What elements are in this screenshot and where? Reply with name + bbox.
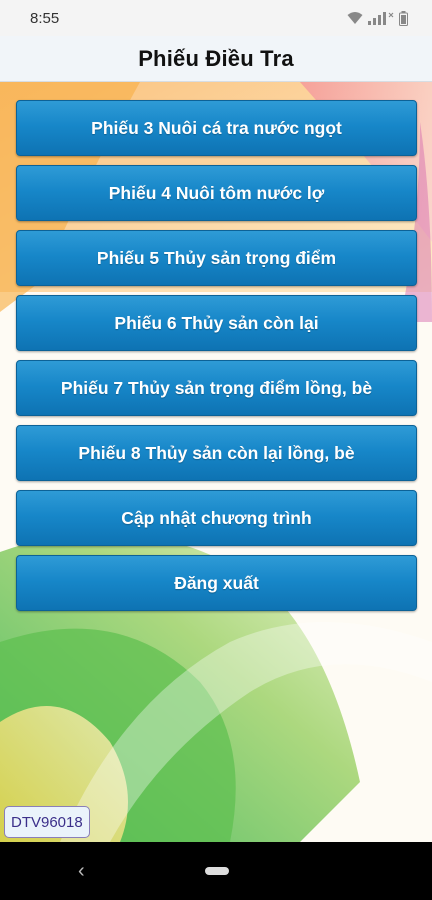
status-time: 8:55 — [30, 9, 60, 27]
phieu-8-label: Phiếu 8 Thủy sản còn lại lồng, bè — [78, 442, 355, 463]
signal-icon — [368, 12, 394, 25]
version-badge: DTV96018 — [4, 806, 90, 838]
battery-icon — [399, 10, 408, 26]
phieu-5-label: Phiếu 5 Thủy sản trọng điểm — [96, 247, 337, 268]
menu-list: Phiếu 3 Nuôi cá tra nước ngọt Phiếu 4 Nu… — [16, 100, 417, 620]
phieu-7-label: Phiếu 7 Thủy sản trọng điểm lồng, bè — [60, 377, 373, 398]
back-icon[interactable]: ‹ — [78, 860, 85, 883]
title-bar: Phiếu Điều Tra — [0, 36, 432, 82]
system-nav-bar: ‹ — [0, 842, 432, 900]
phieu-4-button[interactable]: Phiếu 4 Nuôi tôm nước lợ — [16, 165, 417, 221]
status-bar: 8:55 — [0, 0, 432, 36]
phieu-3-button[interactable]: Phiếu 3 Nuôi cá tra nước ngọt — [16, 100, 417, 156]
logout-label: Đăng xuất — [174, 572, 259, 593]
phieu-6-label: Phiếu 6 Thủy sản còn lại — [114, 312, 319, 333]
logout-button[interactable]: Đăng xuất — [16, 555, 417, 611]
phieu-8-button[interactable]: Phiếu 8 Thủy sản còn lại lồng, bè — [16, 425, 417, 481]
update-app-label: Cập nhật chương trình — [121, 507, 312, 528]
content-area: Phiếu 3 Nuôi cá tra nước ngọt Phiếu 4 Nu… — [0, 82, 432, 842]
version-label: DTV96018 — [11, 813, 83, 831]
home-pill-icon[interactable] — [205, 867, 229, 875]
phieu-4-label: Phiếu 4 Nuôi tôm nước lợ — [108, 182, 325, 203]
phieu-7-button[interactable]: Phiếu 7 Thủy sản trọng điểm lồng, bè — [16, 360, 417, 416]
phieu-3-label: Phiếu 3 Nuôi cá tra nước ngọt — [91, 117, 342, 138]
status-icons — [347, 10, 408, 26]
phieu-6-button[interactable]: Phiếu 6 Thủy sản còn lại — [16, 295, 417, 351]
wifi-icon — [347, 12, 363, 24]
update-app-button[interactable]: Cập nhật chương trình — [16, 490, 417, 546]
page-title: Phiếu Điều Tra — [138, 45, 294, 71]
phieu-5-button[interactable]: Phiếu 5 Thủy sản trọng điểm — [16, 230, 417, 286]
